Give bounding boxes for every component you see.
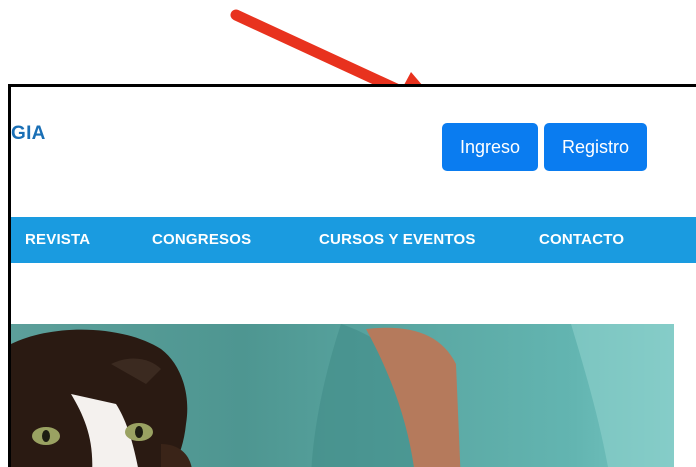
website-viewport: GIA Ingreso Registro REVISTA CONGRESOS C… [8,84,696,467]
nav-item-congresos[interactable]: CONGRESOS [152,231,251,248]
hero-illustration [11,324,674,467]
main-navbar: REVISTA CONGRESOS CURSOS Y EVENTOS CONTA… [11,217,696,263]
hero-image [11,324,674,467]
login-button[interactable]: Ingreso [442,123,538,171]
site-logo-text[interactable]: GIA [11,123,46,145]
nav-item-contacto[interactable]: CONTACTO [539,231,624,248]
register-button[interactable]: Registro [544,123,647,171]
nav-item-cursos-y-eventos[interactable]: CURSOS Y EVENTOS [319,231,476,248]
nav-item-revista[interactable]: REVISTA [25,231,90,248]
